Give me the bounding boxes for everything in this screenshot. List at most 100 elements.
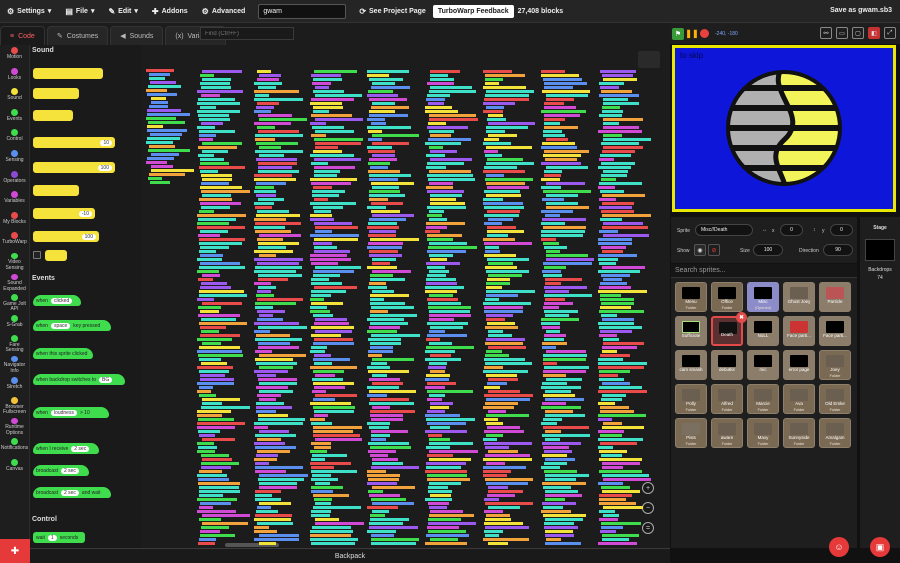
script-block[interactable] bbox=[368, 162, 390, 165]
script-block[interactable] bbox=[255, 466, 303, 469]
script-block[interactable] bbox=[483, 406, 514, 409]
category-browser-fullscreen[interactable]: Browser Fullscreen bbox=[0, 395, 29, 416]
edit-menu[interactable]: ✎ Edit ▾ bbox=[101, 0, 144, 23]
script-block[interactable] bbox=[368, 222, 397, 225]
find-input[interactable] bbox=[200, 27, 294, 40]
script-block[interactable] bbox=[315, 130, 354, 133]
script-block[interactable] bbox=[600, 86, 619, 89]
script-block[interactable] bbox=[202, 142, 242, 145]
script-block[interactable] bbox=[259, 542, 276, 545]
script-block[interactable] bbox=[310, 214, 332, 217]
script-block[interactable] bbox=[259, 382, 297, 385]
script-block[interactable] bbox=[484, 510, 503, 513]
script-block[interactable] bbox=[430, 258, 447, 261]
script-block[interactable] bbox=[485, 78, 503, 81]
script-block[interactable] bbox=[483, 474, 507, 477]
script-block[interactable] bbox=[310, 178, 357, 181]
script-block[interactable] bbox=[313, 430, 353, 433]
script-block[interactable] bbox=[426, 98, 445, 101]
script-block[interactable] bbox=[198, 278, 213, 281]
script-block[interactable] bbox=[369, 230, 396, 233]
script-block[interactable] bbox=[258, 342, 290, 345]
script-block[interactable] bbox=[312, 378, 343, 381]
script-block[interactable] bbox=[427, 382, 456, 385]
script-block[interactable] bbox=[488, 378, 518, 381]
script-block[interactable] bbox=[259, 502, 291, 505]
script-block[interactable] bbox=[545, 398, 584, 401]
script-block[interactable] bbox=[430, 538, 458, 541]
script-block[interactable] bbox=[151, 165, 173, 168]
script-block[interactable] bbox=[311, 294, 331, 297]
script-block[interactable] bbox=[197, 214, 246, 217]
script-block[interactable] bbox=[315, 226, 358, 229]
script-block[interactable] bbox=[603, 78, 637, 81]
turbo-mode-button[interactable]: ⚯ bbox=[820, 27, 832, 39]
script-block[interactable] bbox=[199, 470, 222, 473]
script-block[interactable] bbox=[429, 90, 476, 93]
script-block[interactable] bbox=[543, 426, 589, 429]
script-block[interactable] bbox=[313, 506, 361, 509]
script-block[interactable] bbox=[314, 286, 357, 289]
script-block[interactable] bbox=[598, 254, 637, 257]
script-block[interactable] bbox=[255, 230, 291, 233]
script-block[interactable] bbox=[602, 194, 645, 197]
script-block[interactable] bbox=[256, 410, 276, 413]
script-block[interactable] bbox=[427, 190, 464, 193]
script-block[interactable] bbox=[259, 146, 281, 149]
script-block[interactable] bbox=[254, 82, 282, 85]
script-block[interactable] bbox=[485, 250, 500, 253]
script-block[interactable] bbox=[256, 214, 300, 217]
script-block[interactable] bbox=[545, 282, 561, 285]
script-block[interactable] bbox=[198, 482, 240, 485]
script-block[interactable] bbox=[311, 490, 333, 493]
script-block[interactable] bbox=[255, 186, 274, 189]
sprite-tile[interactable]: NuLL bbox=[747, 316, 779, 346]
script-block[interactable] bbox=[311, 478, 338, 481]
script-block[interactable] bbox=[200, 502, 231, 505]
script-block[interactable] bbox=[255, 150, 303, 153]
script-block[interactable] bbox=[198, 446, 217, 449]
script-block[interactable] bbox=[369, 98, 407, 101]
script-block[interactable] bbox=[315, 330, 352, 333]
script-block[interactable] bbox=[429, 114, 476, 117]
script-block[interactable] bbox=[546, 206, 589, 209]
script-block[interactable] bbox=[543, 418, 562, 421]
script-block[interactable] bbox=[484, 98, 529, 101]
script-block[interactable] bbox=[543, 154, 581, 157]
script-block[interactable] bbox=[430, 426, 450, 429]
script-block[interactable] bbox=[371, 466, 419, 469]
script-block[interactable] bbox=[543, 190, 591, 193]
script-block[interactable] bbox=[367, 474, 400, 477]
script-block[interactable] bbox=[372, 374, 387, 377]
script-block[interactable] bbox=[369, 250, 398, 253]
script-block[interactable] bbox=[486, 286, 502, 289]
palette-control-block[interactable]: wait 1 seconds bbox=[33, 532, 85, 543]
script-block[interactable] bbox=[202, 514, 250, 517]
script-block[interactable] bbox=[254, 426, 268, 429]
script-block[interactable] bbox=[255, 222, 301, 225]
script-block[interactable] bbox=[426, 222, 465, 225]
script-block[interactable] bbox=[199, 322, 247, 325]
script-block[interactable] bbox=[311, 422, 332, 425]
script-block[interactable] bbox=[311, 162, 328, 165]
script-block[interactable] bbox=[368, 130, 382, 133]
script-block[interactable] bbox=[601, 210, 634, 213]
script-block[interactable] bbox=[199, 266, 245, 269]
script-block[interactable] bbox=[601, 246, 626, 249]
script-block[interactable] bbox=[259, 154, 284, 157]
script-block[interactable] bbox=[197, 426, 235, 429]
script-block[interactable] bbox=[313, 274, 340, 277]
script-block[interactable] bbox=[259, 482, 297, 485]
script-block[interactable] bbox=[544, 246, 567, 249]
script-block[interactable] bbox=[199, 518, 221, 521]
script-block[interactable] bbox=[485, 454, 530, 457]
script-block[interactable] bbox=[368, 370, 409, 373]
script-block[interactable] bbox=[484, 358, 525, 361]
script-block[interactable] bbox=[543, 506, 563, 509]
script-block[interactable] bbox=[254, 458, 277, 461]
script-block[interactable] bbox=[603, 102, 639, 105]
script-block[interactable] bbox=[487, 118, 506, 121]
script-block[interactable] bbox=[484, 418, 498, 421]
script-block[interactable] bbox=[541, 210, 573, 213]
script-block[interactable] bbox=[199, 486, 239, 489]
